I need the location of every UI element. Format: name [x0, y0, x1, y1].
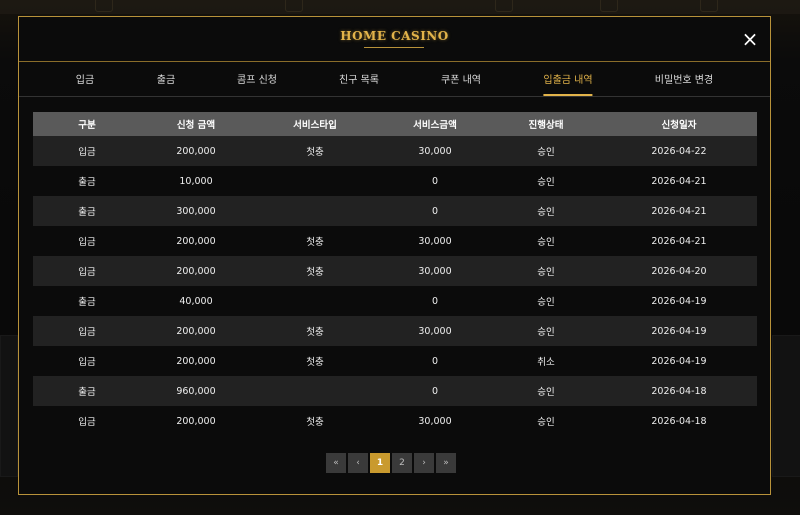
modal-header: HOME CASINO × — [19, 17, 770, 62]
cell-service-type — [251, 286, 379, 316]
cell-amount: 200,000 — [141, 406, 251, 436]
table-row: 입금 200,000 첫충 30,000 승인 2026-04-18 — [33, 406, 757, 436]
column-header-status: 진행상태 — [491, 112, 601, 136]
cell-date: 2026-04-18 — [601, 376, 757, 406]
cell-status: 승인 — [491, 316, 601, 346]
cell-type: 출금 — [33, 166, 141, 196]
column-header-service-amount: 서비스금액 — [379, 112, 491, 136]
cell-date: 2026-04-18 — [601, 406, 757, 436]
tab-change-password[interactable]: 비밀번호 변경 — [655, 71, 713, 94]
cell-date: 2026-04-19 — [601, 286, 757, 316]
prev-page-button[interactable]: ‹ — [348, 453, 368, 473]
cell-date: 2026-04-19 — [601, 316, 757, 346]
cell-status: 승인 — [491, 136, 601, 166]
table-header-row: 구분 신청 금액 서비스타입 서비스금액 진행상태 신청일자 — [33, 112, 757, 136]
home-casino-logo: HOME CASINO — [340, 29, 449, 43]
tab-transaction-history[interactable]: 입출금 내역 — [543, 71, 593, 96]
tab-coupon-history[interactable]: 쿠폰 내역 — [441, 71, 481, 94]
cell-date: 2026-04-22 — [601, 136, 757, 166]
cell-status: 승인 — [491, 256, 601, 286]
cell-type: 입금 — [33, 256, 141, 286]
cell-type: 입금 — [33, 316, 141, 346]
cell-status: 승인 — [491, 376, 601, 406]
column-header-date: 신청일자 — [601, 112, 757, 136]
cell-service-type: 첫충 — [251, 346, 379, 376]
cell-type: 출금 — [33, 376, 141, 406]
cell-status: 승인 — [491, 286, 601, 316]
table-row: 출금 10,000 0 승인 2026-04-21 — [33, 166, 757, 196]
table-row: 입금 200,000 첫충 30,000 승인 2026-04-22 — [33, 136, 757, 166]
cell-service-amount: 30,000 — [379, 256, 491, 286]
cell-amount: 300,000 — [141, 196, 251, 226]
cell-service-type — [251, 376, 379, 406]
tab-friend-list[interactable]: 친구 목록 — [339, 71, 379, 94]
cell-type: 출금 — [33, 286, 141, 316]
page-button-2[interactable]: 2 — [392, 453, 412, 473]
cell-type: 입금 — [33, 226, 141, 256]
first-page-button[interactable]: « — [326, 453, 346, 473]
cell-status: 승인 — [491, 226, 601, 256]
column-header-service-type: 서비스타입 — [251, 112, 379, 136]
transaction-table: 구분 신청 금액 서비스타입 서비스금액 진행상태 신청일자 입금 200,000… — [33, 112, 757, 436]
page-button-1[interactable]: 1 — [370, 453, 390, 473]
cell-service-amount: 0 — [379, 286, 491, 316]
cell-amount: 200,000 — [141, 226, 251, 256]
cell-service-amount: 30,000 — [379, 406, 491, 436]
table-row: 입금 200,000 첫충 30,000 승인 2026-04-19 — [33, 316, 757, 346]
cell-date: 2026-04-21 — [601, 166, 757, 196]
cell-date: 2026-04-21 — [601, 226, 757, 256]
modal-tabs: 입금 출금 콤프 신청 친구 목록 쿠폰 내역 입출금 내역 비밀번호 변경 — [19, 62, 770, 97]
cell-status: 취소 — [491, 346, 601, 376]
column-header-type: 구분 — [33, 112, 141, 136]
cell-service-type: 첫충 — [251, 406, 379, 436]
cell-service-type: 첫충 — [251, 226, 379, 256]
cell-amount: 40,000 — [141, 286, 251, 316]
table-row: 입금 200,000 첫충 30,000 승인 2026-04-21 — [33, 226, 757, 256]
cell-type: 입금 — [33, 346, 141, 376]
tab-deposit[interactable]: 입금 — [76, 71, 94, 94]
cell-service-type: 첫충 — [251, 256, 379, 286]
column-header-amount: 신청 금액 — [141, 112, 251, 136]
cell-status: 승인 — [491, 406, 601, 436]
tab-withdraw[interactable]: 출금 — [157, 71, 175, 94]
cell-service-amount: 0 — [379, 196, 491, 226]
table-row: 출금 960,000 0 승인 2026-04-18 — [33, 376, 757, 406]
logo-underline — [364, 47, 424, 48]
cell-amount: 200,000 — [141, 256, 251, 286]
cell-service-type: 첫충 — [251, 136, 379, 166]
table-row: 출금 300,000 0 승인 2026-04-21 — [33, 196, 757, 226]
cell-service-type — [251, 166, 379, 196]
table-row: 입금 200,000 첫충 0 취소 2026-04-19 — [33, 346, 757, 376]
cell-service-amount: 30,000 — [379, 136, 491, 166]
cell-date: 2026-04-21 — [601, 196, 757, 226]
cell-service-amount: 30,000 — [379, 316, 491, 346]
last-page-button[interactable]: » — [436, 453, 456, 473]
cell-service-amount: 0 — [379, 346, 491, 376]
cell-amount: 960,000 — [141, 376, 251, 406]
table-row: 입금 200,000 첫충 30,000 승인 2026-04-20 — [33, 256, 757, 286]
cell-status: 승인 — [491, 196, 601, 226]
cell-type: 출금 — [33, 196, 141, 226]
cell-amount: 200,000 — [141, 136, 251, 166]
cell-service-type: 첫충 — [251, 316, 379, 346]
cell-date: 2026-04-19 — [601, 346, 757, 376]
cell-service-amount: 30,000 — [379, 226, 491, 256]
cell-amount: 200,000 — [141, 316, 251, 346]
table-row: 출금 40,000 0 승인 2026-04-19 — [33, 286, 757, 316]
cell-date: 2026-04-20 — [601, 256, 757, 286]
cell-service-amount: 0 — [379, 376, 491, 406]
cell-type: 입금 — [33, 406, 141, 436]
cell-service-type — [251, 196, 379, 226]
cell-amount: 10,000 — [141, 166, 251, 196]
cell-type: 입금 — [33, 136, 141, 166]
transaction-history-modal: HOME CASINO × 입금 출금 콤프 신청 친구 목록 쿠폰 내역 입출… — [18, 16, 771, 495]
cell-status: 승인 — [491, 166, 601, 196]
cell-amount: 200,000 — [141, 346, 251, 376]
close-icon[interactable]: × — [740, 29, 760, 49]
pagination: « ‹ 1 2 › » — [326, 453, 456, 473]
tab-comp-request[interactable]: 콤프 신청 — [237, 71, 277, 94]
cell-service-amount: 0 — [379, 166, 491, 196]
next-page-button[interactable]: › — [414, 453, 434, 473]
